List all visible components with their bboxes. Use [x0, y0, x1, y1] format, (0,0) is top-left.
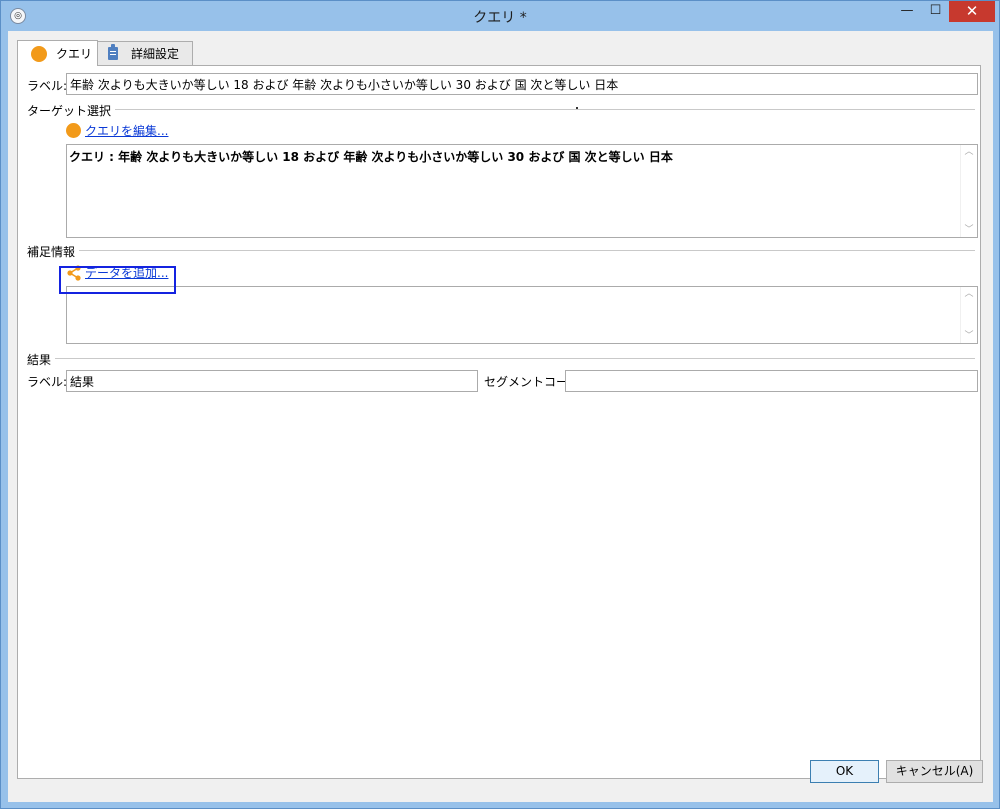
scroll-up-icon[interactable]: ︿	[961, 145, 977, 159]
target-section-header: ターゲット選択	[27, 102, 975, 119]
orange-circle-icon	[31, 45, 47, 62]
tab-advanced-settings-label: 詳細設定	[131, 47, 180, 61]
query-dialog-window: ◎ クエリ * — ☐ ✕ クエリ 詳細設定 ラベル: 年齢 次よりも大きいか等…	[0, 0, 1000, 809]
result-label-caption: ラベル:	[27, 375, 68, 389]
target-section-title: ターゲット選択	[27, 102, 116, 119]
window-title: クエリ *	[473, 10, 527, 26]
tab-query[interactable]: クエリ	[17, 40, 98, 66]
segment-code-input[interactable]	[565, 370, 978, 392]
tab-query-label: クエリ	[56, 47, 93, 61]
additional-section-header: 補足情報	[27, 243, 975, 260]
additional-data-area[interactable]: ︿ ﹀	[66, 286, 978, 344]
result-section-title: 結果	[27, 351, 56, 368]
query-text: クエリ : 年齢 次よりも大きいか等しい 18 および 年齢 次よりも小さいか等…	[69, 150, 673, 164]
scroll-down-icon[interactable]: ﹀	[961, 223, 977, 237]
result-section-header: 結果	[27, 351, 975, 368]
close-button[interactable]: ✕	[949, 1, 995, 22]
title-bar[interactable]: ◎ クエリ * — ☐ ✕	[1, 1, 999, 31]
additional-data-scrollbar[interactable]: ︿ ﹀	[960, 287, 977, 343]
edit-query-link-row[interactable]: クエリを編集...	[66, 122, 168, 139]
minimize-button[interactable]: —	[893, 1, 921, 22]
orange-circle-icon	[66, 123, 81, 138]
maximize-button[interactable]: ☐	[922, 1, 949, 22]
section-divider	[27, 250, 975, 251]
additional-section-title: 補足情報	[27, 243, 80, 260]
highlight-box	[59, 266, 176, 294]
ok-button[interactable]: OK	[810, 760, 879, 783]
query-text-area[interactable]: クエリ : 年齢 次よりも大きいか等しい 18 および 年齢 次よりも小さいか等…	[66, 144, 978, 238]
section-divider	[27, 358, 975, 359]
stray-dot	[576, 107, 578, 109]
edit-query-link[interactable]: クエリを編集...	[85, 122, 168, 139]
tab-panel: ラベル: 年齢 次よりも大きいか等しい 18 および 年齢 次よりも小さいか等し…	[17, 65, 981, 779]
tab-advanced-settings[interactable]: 詳細設定	[97, 41, 193, 65]
label-caption: ラベル:	[27, 79, 68, 93]
cancel-button[interactable]: キャンセル(A)	[886, 760, 983, 783]
clipboard-icon	[108, 44, 118, 60]
section-divider	[27, 109, 975, 110]
query-text-scrollbar[interactable]: ︿ ﹀	[960, 145, 977, 237]
result-label-input[interactable]: 結果	[66, 370, 478, 392]
label-input[interactable]: 年齢 次よりも大きいか等しい 18 および 年齢 次よりも小さいか等しい 30 …	[66, 73, 978, 95]
scroll-up-icon[interactable]: ︿	[961, 287, 977, 301]
scroll-down-icon[interactable]: ﹀	[961, 329, 977, 343]
dialog-client-area: クエリ 詳細設定 ラベル: 年齢 次よりも大きいか等しい 18 および 年齢 次…	[8, 31, 993, 802]
